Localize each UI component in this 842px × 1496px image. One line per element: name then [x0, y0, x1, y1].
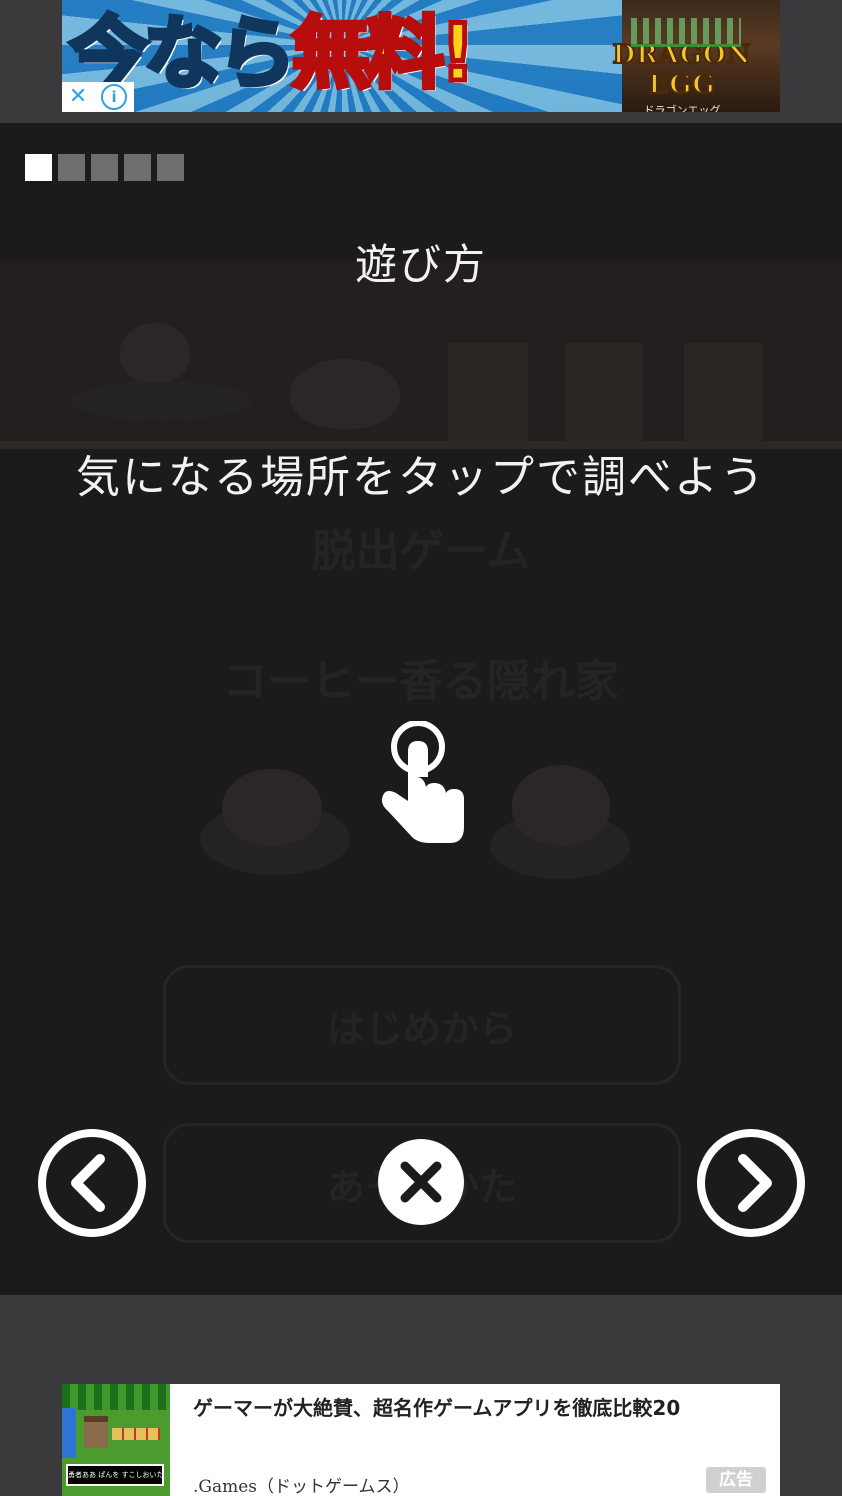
bg-game-subtitle: コーヒー香る隠れ家 [223, 656, 619, 707]
ad-brand-city-art [631, 18, 741, 47]
bg-teacup [120, 323, 190, 383]
ad-headline-part2: 無料! [290, 7, 479, 102]
ad-brand-subtitle: ドラゴンエッグ [643, 104, 721, 112]
progress-square-5 [157, 154, 184, 181]
bg-canister-3 [684, 343, 762, 441]
bg-sugar-bowl [290, 359, 400, 429]
close-tutorial-button[interactable] [378, 1139, 464, 1225]
ad-brand-logo: DRAGON EGG ドラゴンエッグ [587, 18, 777, 112]
ad-choices-badge[interactable]: ✕ i [62, 82, 134, 112]
tap-hand-icon [378, 720, 468, 845]
top-banner-ad[interactable]: 今なら無料! DRAGON EGG ドラゴンエッグ ✕ i [62, 0, 780, 112]
thumb-house [84, 1416, 108, 1448]
bg-coffee-cup-right [512, 765, 610, 845]
bg-game-title: 脱出ゲーム [311, 526, 531, 577]
progress-square-2 [58, 154, 85, 181]
bg-start-button-label: はじめから [326, 1007, 517, 1051]
bg-coffee-cup-left [222, 769, 322, 845]
ad-label-badge: 広告 [706, 1467, 766, 1493]
ad-thumbnail-image: 勇者ああ ぱんを すこしおいた！ [62, 1384, 170, 1496]
ad-close-icon[interactable]: ✕ [69, 82, 87, 112]
thumb-trees [62, 1384, 170, 1410]
progress-square-1 [25, 154, 52, 181]
howto-title: 遊び方 [354, 240, 487, 289]
ad-title[interactable]: ゲーマーが大絶賛、超名作ゲームアプリを徹底比較20 [193, 1392, 680, 1421]
bg-plates [72, 381, 252, 421]
ad-source: .Games（ドットゲームス） [193, 1477, 410, 1496]
chevron-left-icon [71, 1154, 105, 1212]
close-icon [400, 1161, 442, 1203]
previous-page-button[interactable] [38, 1129, 146, 1237]
thumb-dialog-box: 勇者ああ ぱんを すこしおいた！ [66, 1464, 164, 1486]
thumb-characters [112, 1428, 160, 1440]
bg-canister-2 [565, 343, 643, 441]
howto-instruction-text: 気になる場所をタップで調べよう [76, 452, 766, 503]
game-screen: 脱出ゲーム コーヒー香る隠れ家 はじめから あそびかた 遊び方 気になる場所をタ… [0, 123, 842, 1295]
next-page-button[interactable] [697, 1129, 805, 1237]
thumb-water [62, 1408, 76, 1458]
ad-info-icon[interactable]: i [101, 84, 128, 110]
progress-square-4 [124, 154, 151, 181]
bottom-native-ad[interactable]: 勇者ああ ぱんを すこしおいた！ ゲーマーが大絶賛、超名作ゲームアプリを徹底比較… [62, 1384, 780, 1496]
bg-canister-1 [448, 343, 528, 441]
chevron-right-icon [738, 1154, 772, 1212]
bg-start-button: はじめから [163, 965, 681, 1085]
progress-square-3 [91, 154, 118, 181]
